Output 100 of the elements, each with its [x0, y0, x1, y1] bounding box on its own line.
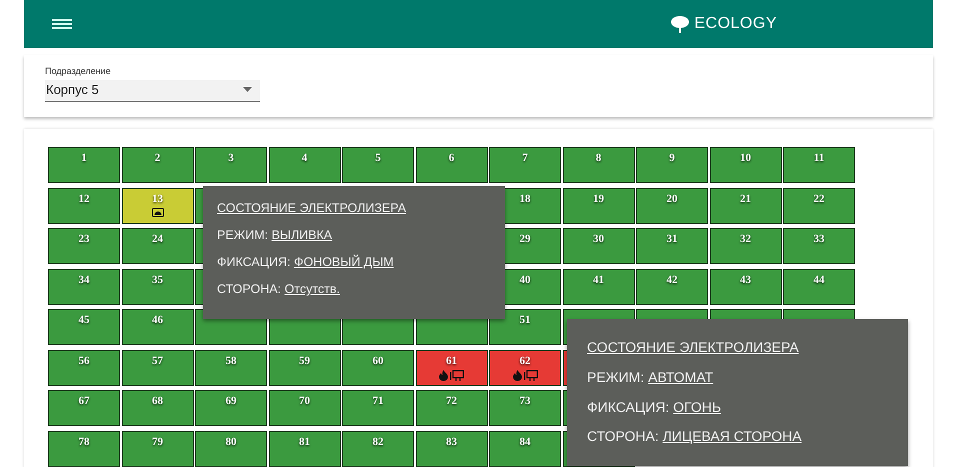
- electrolyzer-tile[interactable]: 34: [48, 268, 120, 304]
- tooltip-title-link[interactable]: СОСТОЯНИЕ ЭЛЕКТРОЛИЗЕРА: [217, 201, 406, 215]
- electrolyzer-tile[interactable]: 68: [122, 390, 194, 426]
- tree-icon: [670, 16, 690, 32]
- tile-number: 42: [666, 274, 678, 286]
- electrolyzer-tile[interactable]: 9: [636, 147, 708, 183]
- electrolyzer-tile[interactable]: 59: [268, 350, 340, 386]
- tile-number: 68: [152, 396, 163, 407]
- tooltip-label: РЕЖИМ:: [217, 228, 268, 242]
- electrolyzer-tile[interactable]: 70: [268, 390, 340, 426]
- electrolyzer-tile[interactable]: 2: [122, 147, 194, 183]
- electrolyzer-tile[interactable]: 44: [783, 268, 855, 304]
- tile-number: 33: [814, 234, 824, 245]
- electrolyzer-tile[interactable]: 10: [710, 147, 782, 183]
- electrolyzer-tile[interactable]: 35: [122, 268, 194, 304]
- tile-number: 4: [302, 153, 308, 164]
- tile-number: 82: [372, 436, 384, 448]
- electrolyzer-tile[interactable]: 71: [342, 390, 414, 426]
- electrolyzer-tile[interactable]: 62: [489, 350, 561, 386]
- tile-number: 61: [446, 356, 457, 366]
- tile-number: 6: [448, 153, 454, 164]
- electrolyzer-tile[interactable]: 11: [783, 147, 855, 183]
- tooltip-value-link[interactable]: ЛИЦЕВАЯ СТОРОНА: [662, 428, 802, 444]
- electrolyzer-tile[interactable]: 3: [195, 147, 267, 183]
- electrolyzer-tile[interactable]: 79: [122, 430, 194, 466]
- tile-number: 81: [299, 436, 310, 448]
- electrolyzer-tile[interactable]: 5: [342, 147, 414, 183]
- tile-number: 1: [81, 153, 87, 164]
- tile-number: 35: [152, 274, 163, 286]
- tile-number: 11: [814, 153, 824, 164]
- electrolyzer-tile[interactable]: 56: [48, 350, 120, 386]
- electrolyzer-tile[interactable]: 67: [48, 390, 120, 426]
- electrolyzer-tile[interactable]: 69: [195, 390, 267, 426]
- electrolyzer-tile[interactable]: 51: [489, 309, 561, 345]
- tile-number: 13: [152, 194, 163, 204]
- tile-number: 73: [520, 396, 530, 407]
- electrolyzer-tile[interactable]: 1: [48, 147, 120, 183]
- electrolyzer-tile[interactable]: 83: [416, 430, 488, 466]
- electrolyzer-tile[interactable]: 6: [416, 147, 488, 183]
- electrolyzer-tile[interactable]: 7: [489, 147, 561, 183]
- field-label: Подразделение: [45, 67, 112, 76]
- electrolyzer-tile[interactable]: 43: [710, 268, 782, 304]
- electrolyzer-tile[interactable]: 82: [342, 430, 414, 466]
- subdivision-select[interactable]: Корпус 5: [45, 80, 260, 102]
- tooltip-value-link[interactable]: ОГОНЬ: [673, 398, 722, 415]
- tile-number: 41: [593, 274, 604, 286]
- menu-icon[interactable]: [52, 19, 72, 29]
- electrolyzer-tile[interactable]: 58: [195, 350, 267, 386]
- monitor-icon: [524, 370, 538, 380]
- tile-number: 18: [520, 194, 530, 204]
- electrolyzer-tile[interactable]: 22: [783, 188, 855, 224]
- electrolyzer-tile[interactable]: 33: [783, 228, 855, 264]
- electrolyzer-tile[interactable]: 46: [122, 309, 194, 345]
- tile-number: 9: [669, 153, 675, 164]
- electrolyzer-tile[interactable]: 20: [636, 188, 708, 224]
- tile-number: 8: [596, 153, 602, 164]
- electrolyzer-tile[interactable]: 84: [489, 430, 561, 466]
- tile-number: 32: [740, 234, 751, 245]
- electrolyzer-tile[interactable]: 80: [195, 430, 267, 466]
- electrolyzer-tile[interactable]: 24: [122, 228, 194, 264]
- electrolyzer-tile[interactable]: 12: [48, 188, 120, 224]
- electrolyzer-tile[interactable]: 57: [122, 350, 194, 386]
- electrolyzer-tile[interactable]: 21: [710, 188, 782, 224]
- electrolyzer-tile[interactable]: 19: [562, 188, 634, 224]
- app-title: ECOLOGY: [694, 14, 777, 34]
- caret-icon: [243, 87, 252, 92]
- tile-number: 79: [152, 436, 163, 448]
- fire-icon: [439, 370, 448, 380]
- electrolyzer-tile[interactable]: 81: [268, 430, 340, 466]
- tile-number: 57: [152, 356, 163, 366]
- electrolyzer-tile[interactable]: 61: [416, 350, 488, 386]
- tile-number: 71: [372, 396, 384, 407]
- electrolyzer-tile[interactable]: 73: [489, 390, 561, 426]
- tooltip-value-link[interactable]: АВТОМАТ: [648, 368, 714, 385]
- tile-number: 58: [226, 356, 236, 366]
- tile-number: 59: [299, 356, 310, 366]
- tile-number: 45: [78, 315, 90, 326]
- electrolyzer-tile[interactable]: 8: [562, 147, 634, 183]
- electrolyzer-tile[interactable]: 45: [48, 309, 120, 345]
- tooltip-value-link[interactable]: Отсутств.: [284, 282, 340, 296]
- electrolyzer-tile[interactable]: 78: [48, 430, 120, 466]
- tile-number: 22: [814, 194, 824, 204]
- tile-number: 83: [446, 436, 457, 448]
- tooltip-title-link[interactable]: СОСТОЯНИЕ ЭЛЕКТРОЛИЗЕРА: [587, 339, 799, 355]
- tooltip-value-link[interactable]: ФОНОВЫЙ ДЫМ: [294, 255, 394, 269]
- electrolyzer-tile[interactable]: 42: [636, 268, 708, 304]
- tile-number: 10: [740, 153, 751, 164]
- tile-number: 29: [520, 234, 530, 245]
- electrolyzer-tile[interactable]: 4: [268, 147, 340, 183]
- electrolyzer-tile[interactable]: 31: [636, 228, 708, 264]
- electrolyzer-tile[interactable]: 32: [710, 228, 782, 264]
- electrolyzer-tile[interactable]: 60: [342, 350, 414, 386]
- tile-number: 70: [299, 396, 310, 407]
- tooltip-value-link[interactable]: ВЫЛИВКА: [272, 228, 332, 242]
- electrolyzer-tile[interactable]: 30: [562, 228, 634, 264]
- tile-number: 30: [593, 234, 604, 245]
- electrolyzer-tile[interactable]: 72: [416, 390, 488, 426]
- electrolyzer-tile[interactable]: 41: [562, 268, 634, 304]
- tooltip-label: ФИКСАЦИЯ:: [587, 398, 670, 415]
- electrolyzer-tile[interactable]: 23: [48, 228, 120, 264]
